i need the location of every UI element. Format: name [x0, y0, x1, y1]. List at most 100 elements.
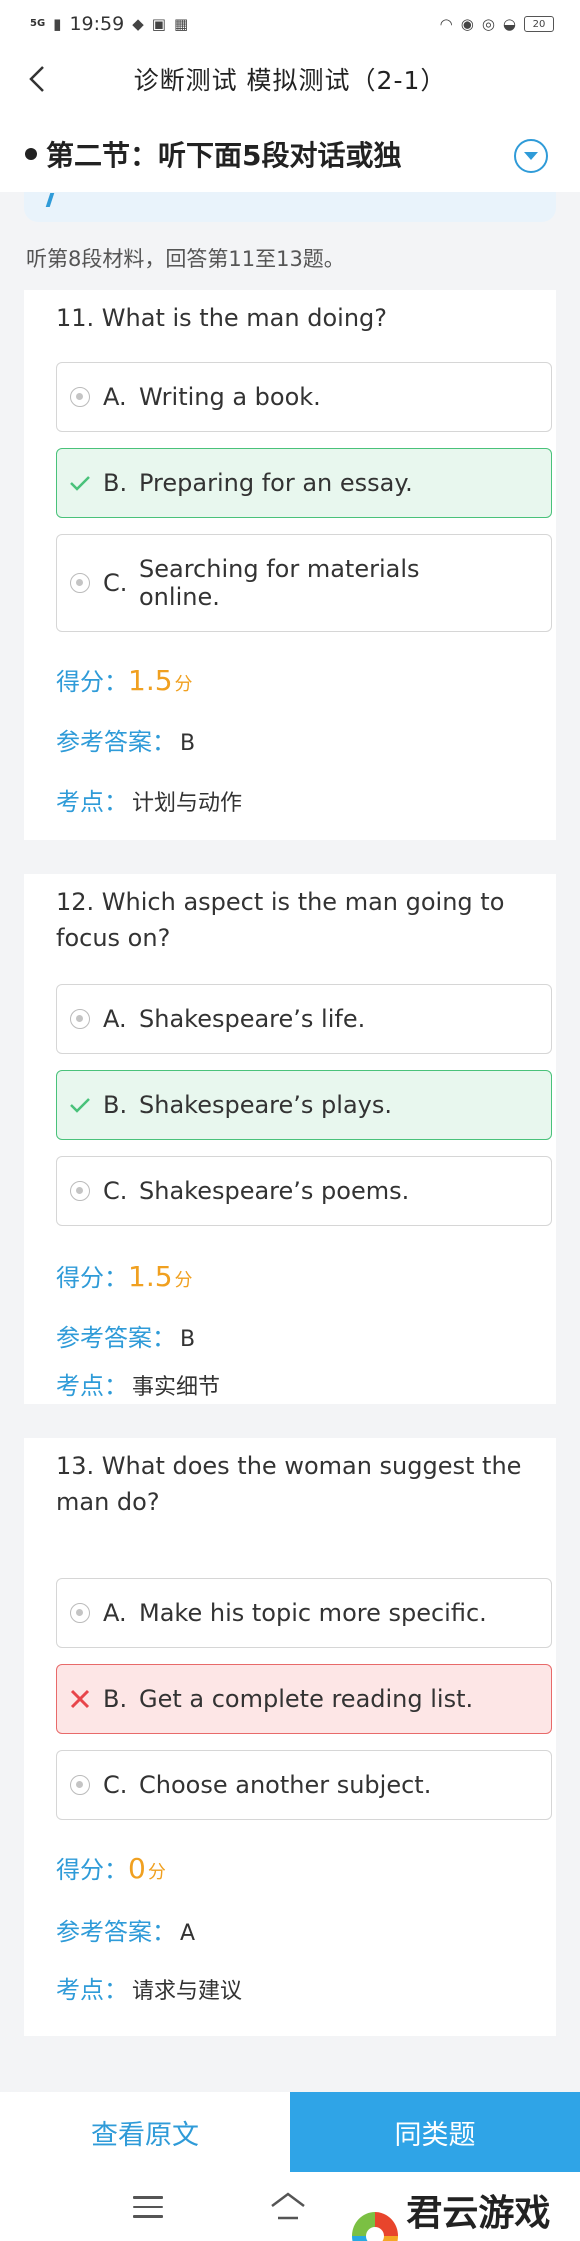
option-letter: A.	[103, 1005, 127, 1033]
back-button[interactable]	[14, 56, 60, 102]
question-card-13: 13. What does the woman suggest the man …	[24, 1438, 556, 2036]
section-bullet	[25, 148, 37, 160]
point-row: 考点： 计划与动作	[56, 782, 242, 817]
view-original-button[interactable]: 查看原文	[0, 2092, 290, 2172]
score-unit: 分	[147, 1862, 166, 1883]
option-text: Get a complete reading list.	[139, 1685, 474, 1713]
score-unit: 分	[174, 1270, 193, 1291]
option-a[interactable]: A. Writing a book.	[56, 362, 552, 432]
status-left: 5G ▮ 19:59 ◆ ▣ ▦	[30, 13, 188, 35]
signal-icon: ▮	[53, 15, 62, 33]
point-label: 考点：	[56, 788, 128, 816]
point-value: 请求与建议	[132, 1979, 243, 2004]
option-b[interactable]: B. Preparing for an essay.	[56, 448, 552, 518]
watermark: 君云游戏网	[352, 2184, 580, 2241]
section-title: 第二节：听下面5段对话或独	[46, 139, 402, 172]
score-unit: 分	[174, 674, 193, 695]
question-card-12: 12. Which aspect is the man going to foc…	[24, 874, 556, 1404]
status-right: ◠ ◉ ◎ ◒ 20	[440, 15, 554, 33]
answer-label: 参考答案：	[56, 1324, 176, 1352]
option-text: Preparing for an essay.	[139, 469, 413, 497]
watermark-logo	[352, 2212, 399, 2241]
option-c[interactable]: C. Choose another subject.	[56, 1750, 552, 1820]
point-value: 计划与动作	[132, 791, 243, 816]
audio-player-strip[interactable]	[24, 192, 556, 222]
answer-row: 参考答案： B	[56, 1318, 195, 1353]
option-text: Shakespeare’s plays.	[139, 1091, 392, 1119]
chevron-down-circle-icon	[524, 152, 538, 160]
option-b[interactable]: B. Get a complete reading list.	[56, 1664, 552, 1734]
menu-icon[interactable]	[133, 2196, 163, 2218]
point-label: 考点：	[56, 1372, 128, 1400]
question-title: 13. What does the woman suggest the man …	[56, 1452, 522, 1516]
score-label: 得分：	[56, 668, 128, 696]
question-title: 11. What is the man doing?	[56, 304, 387, 332]
radio-icon	[57, 535, 103, 631]
option-letter: B.	[103, 1091, 128, 1119]
point-label: 考点：	[56, 1976, 128, 2004]
radio-icon	[57, 1579, 103, 1647]
answer-value: B	[180, 1327, 196, 1352]
check-icon	[57, 449, 103, 517]
option-letter: C.	[103, 569, 128, 597]
page-title: 诊断测试 模拟测试（2-1）	[133, 66, 447, 95]
option-letter: C.	[103, 1771, 128, 1799]
status-time: 19:59	[69, 13, 125, 35]
option-text: Choose another subject.	[139, 1771, 432, 1799]
option-text: Make his topic more specific.	[139, 1599, 487, 1627]
answer-value: B	[180, 731, 196, 756]
point-row: 考点： 事实细节	[56, 1366, 220, 1401]
notification-icon: ◆	[132, 15, 144, 33]
headphones-icon: ◠	[439, 15, 453, 33]
question-card-11: 11. What is the man doing? A. Writing a …	[24, 290, 556, 840]
point-row: 考点： 请求与建议	[56, 1970, 242, 2005]
answer-row: 参考答案： A	[56, 1912, 195, 1947]
score-row: 得分： 0 分	[56, 1850, 166, 1885]
answer-label: 参考答案：	[56, 1918, 176, 1946]
score-value: 1.5	[128, 664, 173, 697]
point-value: 事实细节	[132, 1375, 221, 1400]
radio-icon	[57, 1751, 103, 1819]
option-text: Searching for materials online.	[139, 555, 420, 611]
option-text: Shakespeare’s life.	[139, 1005, 366, 1033]
check-icon	[57, 1071, 103, 1139]
answer-value: A	[180, 1921, 196, 1946]
option-text: Writing a book.	[139, 383, 321, 411]
status-bar: 5G ▮ 19:59 ◆ ▣ ▦ ◠ ◉ ◎ ◒ 20	[0, 0, 580, 48]
option-b[interactable]: B. Shakespeare’s plays.	[56, 1070, 552, 1140]
score-value: 1.5	[128, 1260, 173, 1293]
option-letter: A.	[103, 1599, 127, 1627]
score-value: 0	[128, 1852, 146, 1885]
option-letter: B.	[103, 469, 128, 497]
nav-bar: 诊断测试 模拟测试（2-1）	[0, 48, 580, 110]
option-c[interactable]: C. Shakespeare’s poems.	[56, 1156, 552, 1226]
mute-icon: ◎	[481, 15, 495, 33]
home-icon[interactable]	[268, 2190, 308, 2226]
signal-label: 5G	[30, 18, 46, 29]
calendar-icon: ▦	[173, 15, 189, 33]
answer-row: 参考答案： B	[56, 722, 195, 757]
option-text: Shakespeare’s poems.	[139, 1177, 410, 1205]
option-letter: B.	[103, 1685, 128, 1713]
score-label: 得分：	[56, 1856, 128, 1884]
radio-icon	[57, 1157, 103, 1225]
alarm-icon: ◉	[460, 15, 474, 33]
radio-icon	[57, 363, 103, 431]
option-c[interactable]: C. Searching for materials online.	[56, 534, 552, 632]
option-a[interactable]: A. Make his topic more specific.	[56, 1578, 552, 1648]
score-row: 得分： 1.5 分	[56, 662, 193, 697]
option-a[interactable]: A. Shakespeare’s life.	[56, 984, 552, 1054]
option-letter: A.	[103, 383, 127, 411]
chevron-left-icon	[29, 66, 44, 92]
expand-button[interactable]	[514, 139, 548, 173]
instruction-text: 听第8段材料，回答第11至13题。	[26, 247, 345, 271]
watermark-text: 君云游戏网	[406, 2192, 551, 2234]
bottom-action-bar: 查看原文 同类题	[0, 2092, 580, 2172]
question-title: 12. Which aspect is the man going to foc…	[56, 888, 505, 952]
battery-icon: 20	[524, 16, 554, 32]
cross-icon	[57, 1665, 103, 1733]
score-row: 得分： 1.5 分	[56, 1258, 193, 1293]
similar-questions-button[interactable]: 同类题	[290, 2092, 580, 2172]
wifi-icon: ◒	[502, 15, 516, 33]
radio-icon	[57, 985, 103, 1053]
